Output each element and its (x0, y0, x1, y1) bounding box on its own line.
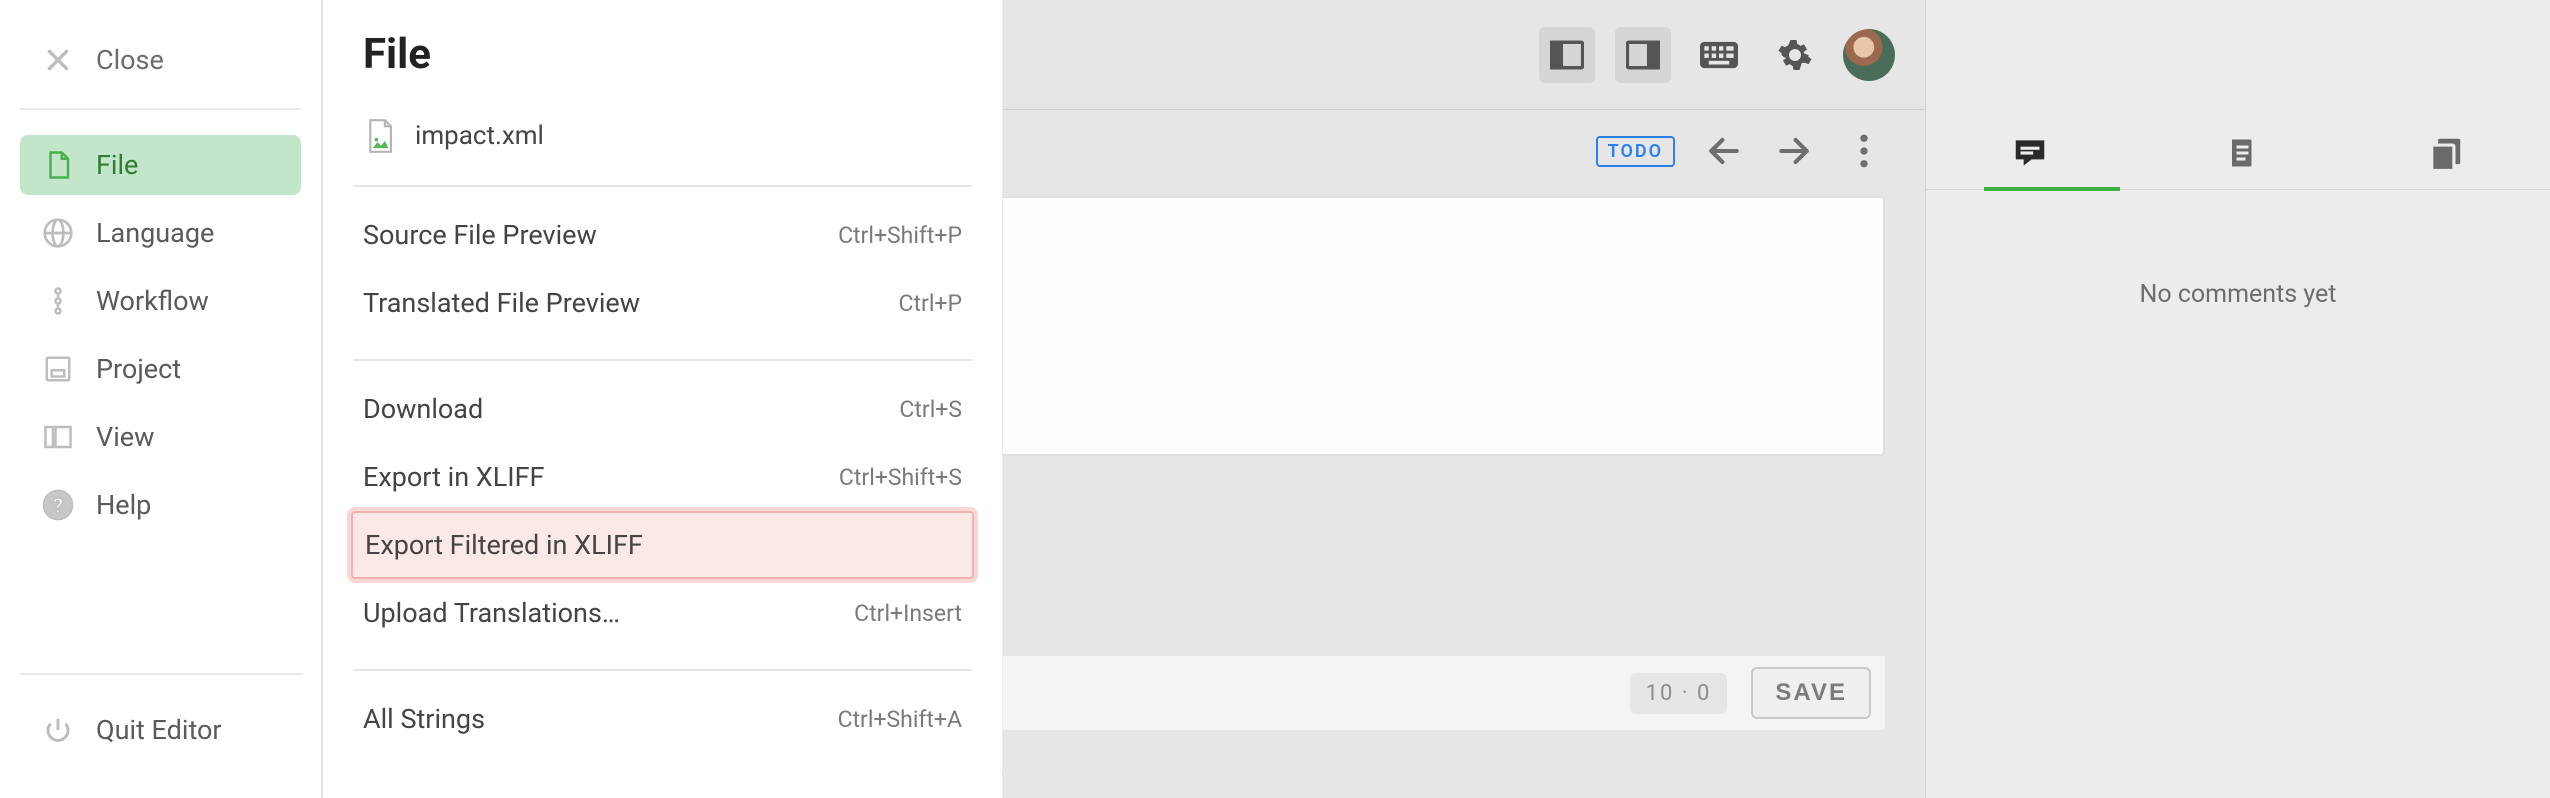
menu-item-label: Upload Translations… (363, 597, 620, 629)
layout-left-panel-button[interactable] (1539, 27, 1595, 83)
menu-item-shortcut: Ctrl+Shift+P (838, 222, 962, 249)
menu-item-shortcut: Ctrl+Shift+S (839, 464, 962, 491)
current-file-name: impact.xml (415, 121, 544, 151)
char-counter: 10 · 0 (1630, 673, 1728, 714)
menu-item-shortcut: Ctrl+Insert (854, 600, 962, 627)
menu-divider (353, 669, 972, 671)
globe-icon (38, 213, 78, 253)
sidebar-item-workflow[interactable]: Workflow (20, 271, 301, 331)
help-icon: ? (38, 485, 78, 525)
sidebar-item-project[interactable]: Project (20, 339, 301, 399)
right-panel-tabs (1926, 116, 2550, 190)
view-icon (38, 417, 78, 457)
save-button[interactable]: SAVE (1751, 667, 1871, 719)
sidebar-divider-bottom (20, 673, 303, 675)
menu-divider (353, 185, 972, 187)
menu-item-upload-translations[interactable]: Upload Translations… Ctrl+Insert (351, 579, 974, 647)
right-panel: No comments yet (1925, 0, 2550, 798)
tab-tm[interactable] (2342, 116, 2550, 189)
layout-right-panel-button[interactable] (1615, 27, 1671, 83)
editor-column: TODO 10 · 0 SAVE (1003, 0, 1925, 798)
menu-item-label: Export Filtered in XLIFF (365, 529, 643, 561)
next-segment-button[interactable] (1773, 130, 1815, 172)
sidebar-item-view[interactable]: View (20, 407, 301, 467)
file-menu-panel: File impact.xml Source File Preview Ctrl… (323, 0, 1003, 798)
file-icon (38, 145, 78, 185)
menu-item-label: Download (363, 393, 483, 425)
segment-target-box[interactable] (1003, 196, 1885, 456)
segment-more-button[interactable] (1843, 130, 1885, 172)
sidebar-item-label: Help (96, 489, 151, 521)
menu-item-export-xliff[interactable]: Export in XLIFF Ctrl+Shift+S (351, 443, 974, 511)
menu-item-label: Export in XLIFF (363, 461, 544, 493)
user-avatar[interactable] (1843, 29, 1895, 81)
menu-item-label: All Strings (363, 703, 485, 735)
power-icon (38, 710, 78, 750)
prev-segment-button[interactable] (1703, 130, 1745, 172)
menu-item-all-strings[interactable]: All Strings Ctrl+Shift+A (351, 685, 974, 753)
menu-item-export-filtered-xliff[interactable]: Export Filtered in XLIFF (351, 511, 974, 579)
settings-button[interactable] (1767, 27, 1823, 83)
keyboard-button[interactable] (1691, 27, 1747, 83)
menu-item-translated-preview[interactable]: Translated File Preview Ctrl+P (351, 269, 974, 337)
sidebar-item-language[interactable]: Language (20, 203, 301, 263)
menu-item-source-preview[interactable]: Source File Preview Ctrl+Shift+P (351, 201, 974, 269)
segment-footer: 10 · 0 SAVE (1003, 656, 1885, 730)
menu-item-shortcut: Ctrl+P (899, 290, 962, 317)
menu-title: File (363, 30, 962, 79)
menu-item-label: Translated File Preview (363, 287, 640, 319)
file-image-icon (363, 119, 397, 153)
menu-item-shortcut: Ctrl+Shift+A (838, 706, 962, 733)
sidebar-close-label: Close (96, 44, 164, 76)
workflow-icon (38, 281, 78, 321)
project-icon (38, 349, 78, 389)
svg-text:?: ? (53, 494, 64, 519)
sidebar-item-help[interactable]: ? Help (20, 475, 301, 535)
tab-comments[interactable] (1926, 116, 2134, 189)
menu-item-label: Source File Preview (363, 219, 597, 251)
sidebar-item-label: View (96, 421, 154, 453)
menu-item-download[interactable]: Download Ctrl+S (351, 375, 974, 443)
sidebar-close[interactable]: Close (20, 30, 301, 90)
sidebar: Close File Language Workflow Projec (0, 0, 323, 798)
segment-toolbar: TODO (1003, 130, 1925, 172)
close-icon (38, 40, 78, 80)
sidebar-quit-label: Quit Editor (96, 714, 222, 746)
sidebar-divider (20, 108, 301, 110)
status-badge-todo: TODO (1596, 136, 1675, 167)
main-area: TODO 10 · 0 SAVE (1003, 0, 2550, 798)
sidebar-item-label: Language (96, 217, 214, 249)
tab-underline (1984, 187, 2120, 191)
tab-context[interactable] (2134, 116, 2342, 189)
sidebar-item-file[interactable]: File (20, 135, 301, 195)
sidebar-item-label: Project (96, 353, 181, 385)
menu-divider (353, 359, 972, 361)
comments-empty-state: No comments yet (1926, 280, 2550, 309)
topbar (1003, 0, 1925, 110)
menu-current-file[interactable]: impact.xml (363, 109, 962, 163)
menu-item-shortcut: Ctrl+S (899, 396, 962, 423)
sidebar-item-label: Workflow (96, 285, 209, 317)
sidebar-item-label: File (96, 149, 138, 181)
sidebar-item-quit[interactable]: Quit Editor (20, 700, 303, 760)
